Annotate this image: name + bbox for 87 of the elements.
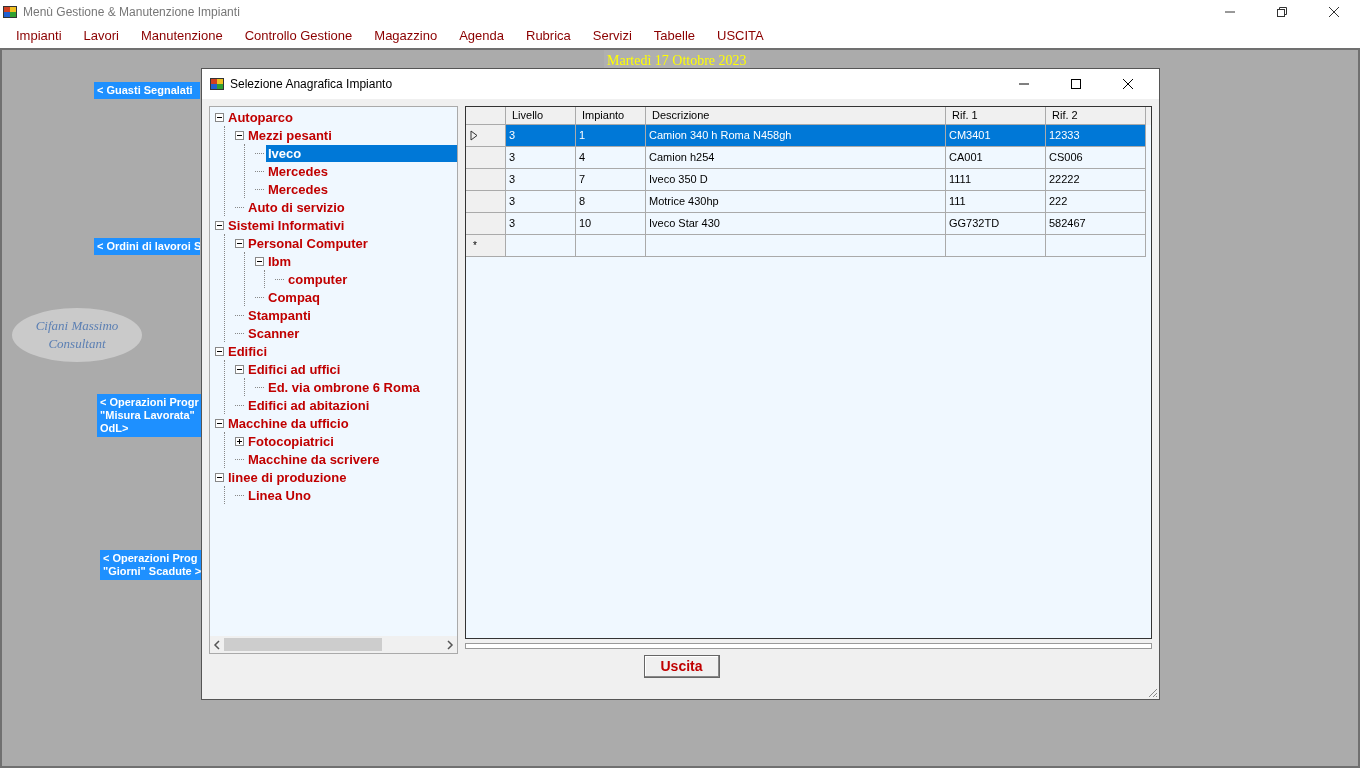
tree-item[interactable]: Macchine da ufficio	[226, 414, 351, 432]
table-cell: Iveco Star 430	[646, 213, 946, 235]
nav-button[interactable]: < Operazioni Progr "Misura Lavorata" OdL>	[97, 394, 203, 437]
tree-item[interactable]: Fotocopiatrici	[246, 432, 336, 450]
empty-table-cell[interactable]	[646, 235, 946, 257]
nav-button[interactable]: < Ordini di lavoroi S	[94, 238, 200, 255]
collapse-toggle-icon[interactable]	[235, 130, 244, 140]
tree-item[interactable]: Sistemi Informativi	[226, 216, 347, 234]
table-cell: 1	[576, 125, 646, 147]
exit-button[interactable]: Uscita	[643, 655, 720, 678]
window-title: Menù Gestione & Manutenzione Impianti	[23, 4, 240, 21]
new-row-marker: *	[466, 235, 506, 257]
app-icon	[210, 77, 224, 91]
table-cell: CM3401	[946, 125, 1046, 147]
table-cell: 3	[506, 147, 576, 169]
row-header[interactable]	[466, 125, 506, 147]
collapse-toggle-icon[interactable]	[215, 220, 224, 230]
menu-item[interactable]: USCITA	[706, 26, 775, 46]
collapse-toggle-icon[interactable]	[215, 472, 224, 482]
menu-item[interactable]: Manutenzione	[129, 26, 234, 46]
tree-item[interactable]: Edifici ad uffici	[246, 360, 343, 378]
tree-item[interactable]: Scanner	[246, 324, 302, 342]
menu-item[interactable]: Tabelle	[642, 26, 706, 46]
tree-item[interactable]: Autoparco	[226, 108, 295, 126]
table-cell: 8	[576, 191, 646, 213]
tree-item[interactable]: linee di produzione	[226, 468, 349, 486]
logo: Cifani Massimo Consultant	[12, 308, 142, 362]
tree-item[interactable]: Edifici ad abitazioni	[246, 396, 372, 414]
table-cell: 3	[506, 169, 576, 191]
tree-item[interactable]: computer	[286, 270, 350, 288]
table-cell: 582467	[1046, 213, 1146, 235]
table-cell: 222	[1046, 191, 1146, 213]
collapse-toggle-icon[interactable]	[235, 238, 244, 248]
tree-item[interactable]: Ed. via ombrone 6 Roma	[266, 378, 422, 396]
table-cell: 10	[576, 213, 646, 235]
menu-item[interactable]: Magazzino	[363, 26, 449, 46]
menu-item[interactable]: Controllo Gestione	[233, 26, 364, 46]
tree-item[interactable]: Auto di servizio	[246, 198, 347, 216]
resize-grip-icon[interactable]	[1146, 686, 1158, 698]
collapse-toggle-icon[interactable]	[235, 364, 244, 374]
table-cell: 3	[506, 191, 576, 213]
table-cell: 3	[506, 213, 576, 235]
menu-item[interactable]: Agenda	[448, 26, 515, 46]
table-cell: Camion 340 h Roma N458gh	[646, 125, 946, 147]
app-icon	[3, 5, 17, 19]
table-cell: 22222	[1046, 169, 1146, 191]
empty-table-cell[interactable]	[576, 235, 646, 257]
tree-item[interactable]: Macchine da scrivere	[246, 450, 382, 468]
tree-item[interactable]: Iveco	[266, 144, 457, 162]
collapse-toggle-icon[interactable]	[215, 418, 224, 428]
tree-item[interactable]: Edifici	[226, 342, 269, 360]
collapse-toggle-icon[interactable]	[215, 112, 224, 122]
empty-table-cell[interactable]	[946, 235, 1046, 257]
menu-item[interactable]: Rubrica	[515, 26, 582, 46]
table-cell: GG732TD	[946, 213, 1046, 235]
collapse-toggle-icon[interactable]	[215, 346, 224, 356]
tree-item[interactable]: Mercedes	[266, 180, 330, 198]
nav-button[interactable]: < Guasti Segnalati	[94, 82, 200, 99]
tree-item[interactable]: Stampanti	[246, 306, 313, 324]
tree-item[interactable]: Mercedes	[266, 162, 330, 180]
table-cell: 3	[506, 125, 576, 147]
table-cell: 12333	[1046, 125, 1146, 147]
table-cell: 111	[946, 191, 1046, 213]
table-cell: CA001	[946, 147, 1046, 169]
table-cell: 1111	[946, 169, 1046, 191]
tree-item[interactable]: Personal Computer	[246, 234, 370, 252]
collapse-toggle-icon[interactable]	[255, 256, 264, 266]
menu-item[interactable]: Impianti	[5, 26, 73, 46]
tree-item[interactable]: Ibm	[266, 252, 294, 270]
table-cell: CS006	[1046, 147, 1146, 169]
menu-item[interactable]: Servizi	[581, 26, 643, 46]
scroll-left-icon[interactable]	[213, 639, 221, 650]
table-cell: 4	[576, 147, 646, 169]
tree-item[interactable]: Linea Uno	[246, 486, 313, 504]
tree-item[interactable]: Compaq	[266, 288, 322, 306]
menu-item[interactable]: Lavori	[72, 26, 130, 46]
current-row-icon	[470, 130, 478, 141]
table-cell: Iveco 350 D	[646, 169, 946, 191]
horizontal-scrollbar[interactable]	[210, 636, 457, 653]
table-cell: Motrice 430hp	[646, 191, 946, 213]
scroll-right-icon[interactable]	[446, 639, 454, 650]
table-cell: Camion h254	[646, 147, 946, 169]
empty-table-cell[interactable]	[1046, 235, 1146, 257]
table-cell: 7	[576, 169, 646, 191]
dialog-title: Selezione Anagrafica Impianto	[230, 76, 393, 93]
expand-toggle-icon[interactable]	[235, 436, 244, 446]
tree-item[interactable]: Mezzi pesanti	[246, 126, 334, 144]
